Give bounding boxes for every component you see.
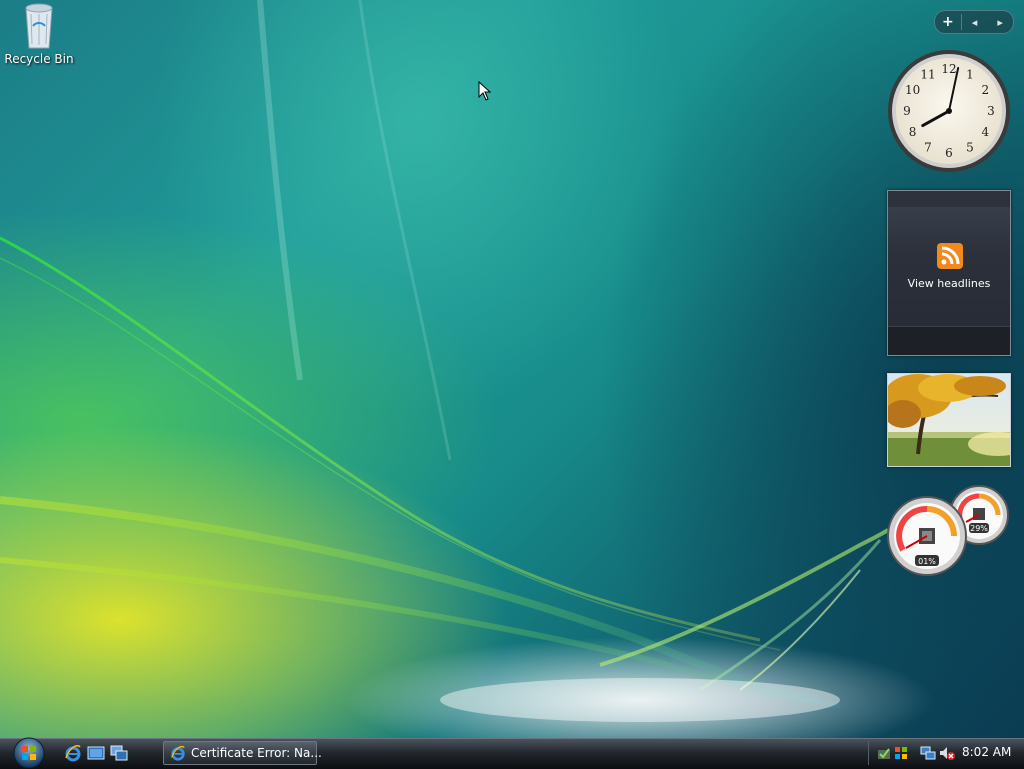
cpu-gauge: 01% xyxy=(887,496,967,576)
desktop: Recycle Bin xyxy=(0,0,1024,738)
show-desktop-icon[interactable] xyxy=(87,744,105,762)
recycle-bin-shortcut[interactable]: Recycle Bin xyxy=(4,2,74,66)
clock-numeral: 6 xyxy=(945,146,953,160)
internet-explorer-icon xyxy=(171,745,185,761)
feed-headlines-gadget[interactable]: View headlines xyxy=(887,190,1011,356)
clock-numeral: 8 xyxy=(909,125,917,139)
clock-numeral: 11 xyxy=(920,68,935,82)
view-headlines-link[interactable]: View headlines xyxy=(888,277,1010,290)
switch-windows-icon[interactable] xyxy=(110,744,128,762)
clock-gadget[interactable]: 12 12 3 45678 9 1011 xyxy=(886,48,1012,174)
windows-orb-icon[interactable] xyxy=(7,736,51,768)
wallpaper-waves xyxy=(0,0,890,722)
previous-gadgets-button[interactable]: ◂ xyxy=(962,16,988,29)
memory-percent-label: 29% xyxy=(970,524,988,533)
clock-numeral: 5 xyxy=(966,140,974,154)
taskbar-button-label: Certificate Error: Na... xyxy=(191,746,322,760)
clock-numeral: 7 xyxy=(924,140,932,154)
network-icon[interactable] xyxy=(920,745,936,761)
windows-defender-icon[interactable] xyxy=(876,745,892,761)
clock-numeral: 4 xyxy=(982,125,990,139)
mouse-pointer-icon xyxy=(478,81,492,101)
taskbar-clock[interactable]: 8:02 AM xyxy=(962,745,1022,759)
autumn-tree-photo xyxy=(888,374,1010,466)
cpu-meter-gadget[interactable]: 29% 01% xyxy=(886,484,1012,578)
slideshow-gadget[interactable] xyxy=(887,373,1011,467)
clock-numeral: 2 xyxy=(982,83,990,97)
clock-numeral: 10 xyxy=(905,83,920,97)
sidebar-controls: + ◂ ▸ xyxy=(934,10,1014,34)
cpu-percent-label: 01% xyxy=(918,557,936,566)
taskbar-button-certificate-error[interactable]: Certificate Error: Na... xyxy=(163,741,322,765)
rss-feed-icon xyxy=(937,243,963,269)
clock-numeral: 9 xyxy=(903,104,911,118)
recycle-bin-label: Recycle Bin xyxy=(4,52,74,66)
taskbar xyxy=(0,738,1024,769)
internet-explorer-icon[interactable] xyxy=(64,744,82,762)
clock-numeral: 1 xyxy=(966,68,974,82)
clock-numeral: 12 xyxy=(941,62,956,76)
recycle-bin-icon xyxy=(25,3,53,49)
next-gadgets-button[interactable]: ▸ xyxy=(987,16,1013,29)
volume-muted-icon[interactable] xyxy=(939,745,955,761)
add-gadget-button[interactable]: + xyxy=(935,14,962,30)
clock-numeral: 3 xyxy=(987,104,995,118)
windows-update-icon[interactable] xyxy=(893,745,909,761)
